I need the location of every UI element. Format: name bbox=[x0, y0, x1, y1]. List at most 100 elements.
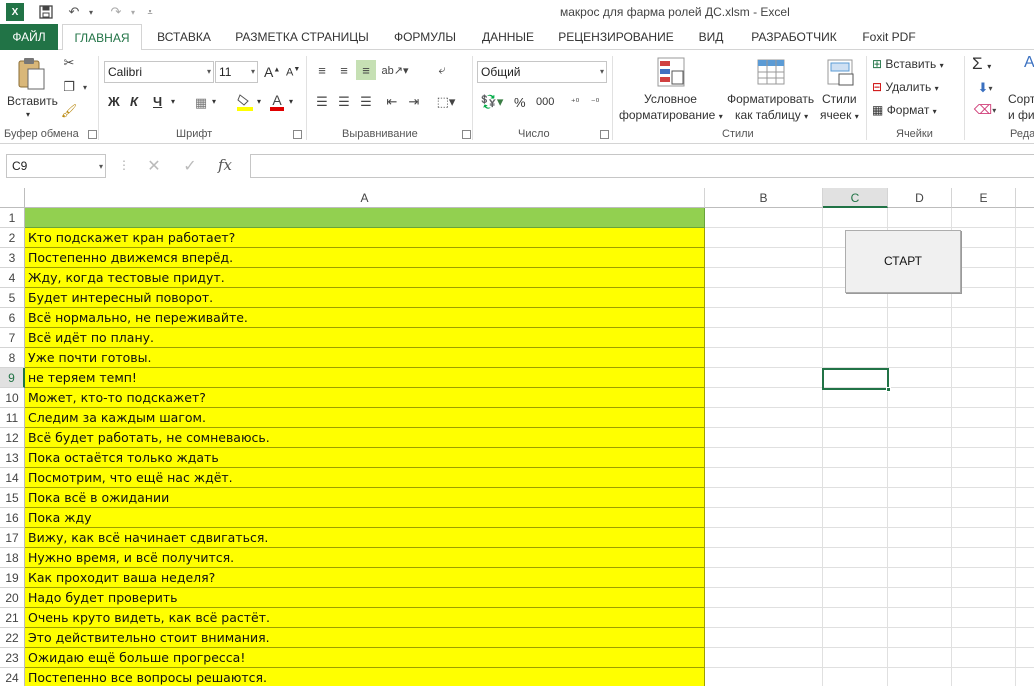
row-header[interactable]: 4 bbox=[0, 268, 25, 288]
grid-cell[interactable] bbox=[888, 608, 952, 628]
tab-file[interactable]: ФАЙЛ bbox=[0, 24, 58, 50]
decrease-decimal-icon[interactable]: ⁻⁰ bbox=[586, 92, 604, 112]
font-name-select[interactable]: Calibri ▾ bbox=[104, 61, 214, 83]
grid-cell[interactable] bbox=[823, 308, 888, 328]
grid-cell[interactable] bbox=[888, 448, 952, 468]
grid-cell[interactable] bbox=[705, 608, 823, 628]
row-header[interactable]: 14 bbox=[0, 468, 25, 488]
autosum-icon[interactable]: Σ ▾ bbox=[972, 54, 991, 74]
align-middle-icon[interactable]: ≡ bbox=[334, 60, 354, 80]
row-header[interactable]: 18 bbox=[0, 548, 25, 568]
row-header[interactable]: 16 bbox=[0, 508, 25, 528]
cell-a[interactable]: Уже почти готовы. bbox=[25, 348, 705, 368]
row-header[interactable]: 5 bbox=[0, 288, 25, 308]
grid-cell[interactable] bbox=[1016, 208, 1034, 228]
wrap-text-icon[interactable]: ⤶ bbox=[432, 60, 452, 80]
align-right-icon[interactable]: ☰ bbox=[356, 92, 376, 112]
delete-cells-button[interactable]: ⊟ Удалить ▾ bbox=[872, 80, 939, 94]
start-macro-button[interactable]: СТАРТ bbox=[845, 230, 961, 293]
grid-cell[interactable] bbox=[1016, 608, 1034, 628]
align-bottom-icon[interactable]: ≡ bbox=[356, 60, 376, 80]
cell-a[interactable]: Кто подскажет кран работает? bbox=[25, 228, 705, 248]
grid-cell[interactable] bbox=[888, 208, 952, 228]
cell-a[interactable]: Посмотрим, что ещё нас ждёт. bbox=[25, 468, 705, 488]
grid-cell[interactable] bbox=[888, 548, 952, 568]
grid-cell[interactable] bbox=[705, 528, 823, 548]
enter-icon[interactable]: ✓ bbox=[178, 155, 202, 177]
font-launcher-icon[interactable] bbox=[293, 130, 302, 139]
tab-page-layout[interactable]: РАЗМЕТКА СТРАНИЦЫ bbox=[228, 24, 376, 50]
format-as-table-label-1[interactable]: Форматировать bbox=[727, 92, 814, 106]
grid-cell[interactable] bbox=[1016, 348, 1034, 368]
grid-cell[interactable] bbox=[888, 368, 952, 388]
grid-cell[interactable] bbox=[952, 488, 1016, 508]
cancel-icon[interactable]: ✕ bbox=[142, 155, 166, 177]
grid-cell[interactable] bbox=[823, 568, 888, 588]
cut-icon[interactable]: ✂ bbox=[60, 54, 78, 72]
grid-cell[interactable] bbox=[1016, 408, 1034, 428]
align-left-icon[interactable]: ☰ bbox=[312, 92, 332, 112]
cell-a[interactable]: Всё нормально, не переживайте. bbox=[25, 308, 705, 328]
grid-cell[interactable] bbox=[823, 528, 888, 548]
grid-cell[interactable] bbox=[823, 548, 888, 568]
increase-indent-icon[interactable]: ⇥ bbox=[404, 92, 424, 112]
cell-styles-icon[interactable] bbox=[826, 56, 856, 88]
grid-cell[interactable] bbox=[705, 448, 823, 468]
grid-cell[interactable] bbox=[888, 568, 952, 588]
grid-cell[interactable] bbox=[888, 388, 952, 408]
format-painter-icon[interactable]: 🖌 bbox=[60, 102, 78, 120]
redo-icon[interactable]: ↷ bbox=[106, 3, 126, 21]
grid-cell[interactable] bbox=[952, 648, 1016, 668]
conditional-formatting-label-1[interactable]: Условное bbox=[644, 92, 697, 106]
grid-cell[interactable] bbox=[1016, 288, 1034, 308]
grid-cell[interactable] bbox=[705, 468, 823, 488]
grid-cell[interactable] bbox=[888, 408, 952, 428]
underline-button[interactable]: Ч bbox=[153, 94, 162, 109]
cell-a[interactable]: Следим за каждым шагом. bbox=[25, 408, 705, 428]
row-header[interactable]: 12 bbox=[0, 428, 25, 448]
grid-cell[interactable] bbox=[1016, 248, 1034, 268]
tab-view[interactable]: ВИД bbox=[690, 24, 732, 50]
clipboard-launcher-icon[interactable] bbox=[88, 130, 97, 139]
grid-cell[interactable] bbox=[705, 568, 823, 588]
fill-down-icon[interactable]: ⬇ ▾ bbox=[972, 78, 998, 98]
grid-cell[interactable] bbox=[952, 568, 1016, 588]
row-header[interactable]: 2 bbox=[0, 228, 25, 248]
row-header[interactable]: 7 bbox=[0, 328, 25, 348]
grid-cell[interactable] bbox=[823, 408, 888, 428]
merge-center-icon[interactable]: ⬚▾ bbox=[432, 92, 460, 112]
column-header-d[interactable]: D bbox=[888, 188, 952, 208]
row-header[interactable]: 17 bbox=[0, 528, 25, 548]
fill-color-dropdown-icon[interactable]: ▾ bbox=[257, 97, 261, 106]
sort-filter-label-2[interactable]: и фи bbox=[1008, 108, 1034, 122]
grid-cell[interactable] bbox=[823, 628, 888, 648]
grid-cell[interactable] bbox=[705, 248, 823, 268]
grid-cell[interactable] bbox=[823, 468, 888, 488]
cell-a[interactable]: Ожидаю ещё больше прогресса! bbox=[25, 648, 705, 668]
active-cell-c9[interactable] bbox=[822, 368, 891, 392]
tab-insert[interactable]: ВСТАВКА bbox=[150, 24, 218, 50]
grid-cell[interactable] bbox=[705, 348, 823, 368]
cell-a[interactable]: Пока жду bbox=[25, 508, 705, 528]
cell-a[interactable]: Постепенно все вопросы решаются. bbox=[25, 668, 705, 686]
select-all-corner[interactable] bbox=[0, 188, 25, 208]
grid-cell[interactable] bbox=[1016, 508, 1034, 528]
grid-cell[interactable] bbox=[823, 648, 888, 668]
column-header-a[interactable]: A bbox=[25, 188, 705, 208]
row-header[interactable]: 15 bbox=[0, 488, 25, 508]
grid-cell[interactable] bbox=[952, 228, 1016, 248]
row-header[interactable]: 11 bbox=[0, 408, 25, 428]
grid-cell[interactable] bbox=[888, 508, 952, 528]
grid-cell[interactable] bbox=[1016, 528, 1034, 548]
insert-function-icon[interactable]: fx bbox=[218, 156, 232, 174]
cell-a[interactable]: Как проходит ваша неделя? bbox=[25, 568, 705, 588]
grid-cell[interactable] bbox=[705, 268, 823, 288]
grid-cell[interactable] bbox=[952, 268, 1016, 288]
grid-cell[interactable] bbox=[705, 648, 823, 668]
paste-label[interactable]: Вставить bbox=[7, 94, 58, 108]
align-top-icon[interactable]: ≡ bbox=[312, 60, 332, 80]
grid-cell[interactable] bbox=[1016, 648, 1034, 668]
cell-a[interactable]: Будет интересный поворот. bbox=[25, 288, 705, 308]
grid-cell[interactable] bbox=[705, 548, 823, 568]
row-header[interactable]: 13 bbox=[0, 448, 25, 468]
